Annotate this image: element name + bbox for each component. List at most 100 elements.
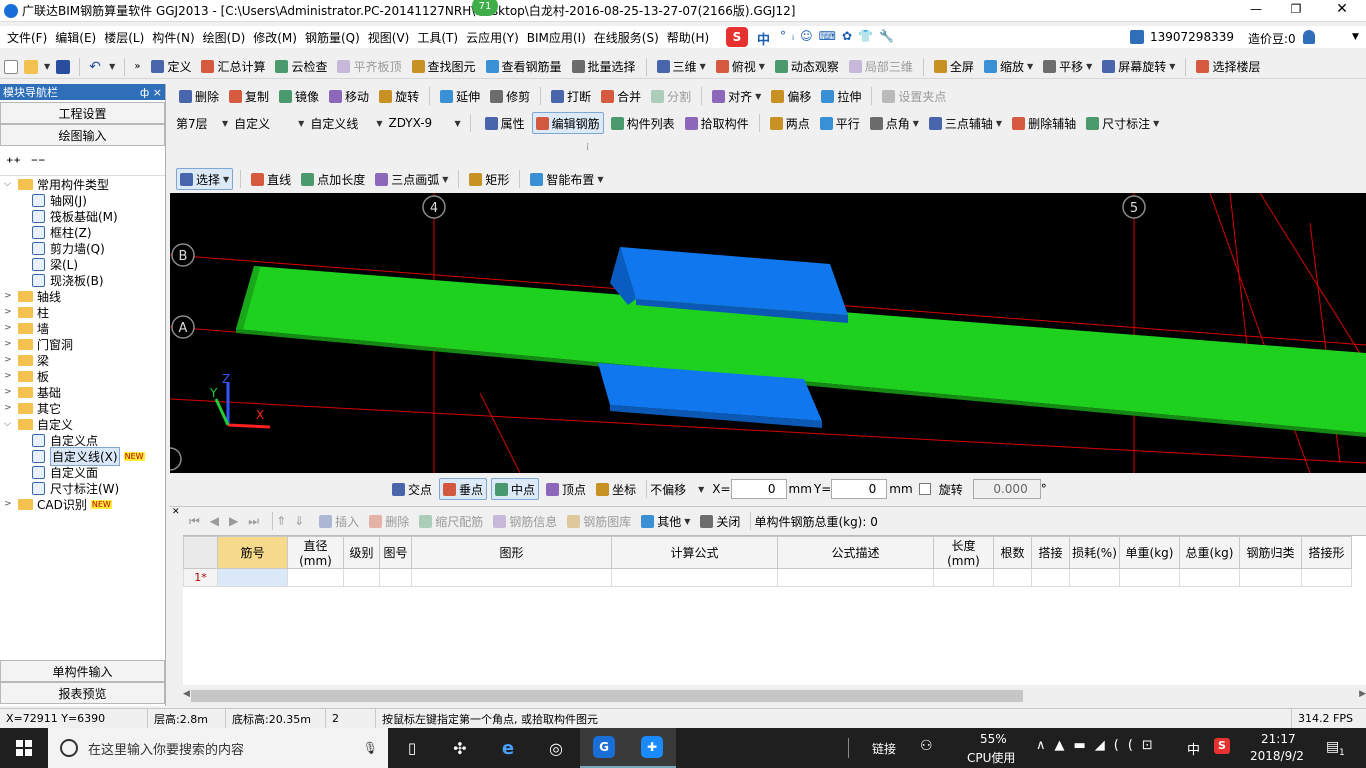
tb1-items-button-11[interactable]: 全屏 [931, 56, 977, 78]
tb1-items-button-13[interactable]: 平移 ▼ [1040, 56, 1095, 78]
tree-item-15[interactable]: ⌵ 自定义 [4, 416, 164, 432]
tb1-items-button-14[interactable]: 屏幕旋转 ▼ [1099, 56, 1178, 78]
menu-item-12[interactable]: 帮助(H) [663, 29, 713, 46]
menu-item-5[interactable]: 修改(M) [249, 29, 301, 46]
glodon-app-icon[interactable]: G [580, 728, 628, 768]
menu-item-0[interactable]: 文件(F) [3, 29, 51, 46]
tree-item-12[interactable]: > 板 [4, 368, 164, 384]
grid-cell-14[interactable] [1301, 568, 1352, 587]
tb2-items-button-6[interactable]: 修剪 [487, 85, 533, 107]
grid-header-5[interactable]: 计算公式 [611, 536, 778, 569]
windows-start-icon[interactable] [0, 728, 48, 768]
tb2-items-button-13[interactable]: 设置夹点 [879, 85, 949, 107]
menu-item-6[interactable]: 钢筋量(Q) [301, 29, 364, 46]
snap-items-button-2[interactable]: 中点 [491, 478, 540, 500]
tb4-items-button-1[interactable]: 直线 [248, 168, 294, 190]
menu-item-7[interactable]: 视图(V) [364, 29, 414, 46]
tree-expander-icon[interactable]: > [4, 339, 14, 349]
grid-cell-6[interactable] [777, 568, 934, 587]
tree-expander-icon[interactable]: > [4, 387, 14, 397]
tb3-items-button-1[interactable]: 编辑钢筋 [531, 112, 604, 134]
taskbar-link-label[interactable]: 链接 [872, 740, 896, 757]
tree-expander-icon[interactable]: > [4, 323, 14, 333]
offset-select[interactable]: 不偏移 [650, 481, 698, 498]
tb1-items-button-6[interactable]: 批量选择 [569, 56, 639, 78]
clock-time[interactable]: 21:17 [1261, 732, 1296, 746]
tree-item-11[interactable]: > 梁 [4, 352, 164, 368]
canvas-svg[interactable]: 4 5 B A Z X Y [170, 193, 1366, 473]
tray-ime[interactable]: 中 [1187, 739, 1200, 758]
grid-cell-12[interactable] [1179, 568, 1240, 587]
menu-item-9[interactable]: 云应用(Y) [462, 29, 523, 46]
type-select[interactable]: 自定义 [234, 115, 292, 132]
grid-header-4[interactable]: 图形 [411, 536, 612, 569]
tb1-items-button-5[interactable]: 查看钢筋量 [483, 56, 565, 78]
grid-cell-0[interactable] [217, 568, 288, 587]
tb2-items-button-0[interactable]: 删除 [176, 85, 222, 107]
tb2-items-button-4[interactable]: 旋转 [376, 85, 422, 107]
tb3-items-button-4[interactable]: 两点 [767, 112, 813, 134]
gridtool-items-button-2[interactable]: 缩尺配筋 [416, 511, 486, 531]
tree-item-8[interactable]: > 柱 [4, 304, 164, 320]
grid-cell-13[interactable] [1239, 568, 1302, 587]
tb1-items-button-2[interactable]: 云检查 [272, 56, 330, 78]
tb2-items-button-11[interactable]: 偏移 [768, 85, 814, 107]
floor-select[interactable]: 第7层 [176, 115, 216, 132]
move-row-icons[interactable]: ⇑⇓ [276, 514, 312, 528]
tray-icons[interactable]: ∧▲▬◢((⊡ [1036, 738, 1162, 753]
tb4-items-button-4[interactable]: 矩形 [466, 168, 512, 190]
grid-header-13[interactable]: 钢筋归类 [1239, 536, 1302, 569]
sogou-ime-icon[interactable]: S [726, 27, 748, 47]
grid-cell-10[interactable] [1069, 568, 1120, 587]
grid-cell-4[interactable] [411, 568, 612, 587]
app-ring-icon[interactable]: ◎ [532, 739, 580, 758]
snap-items-button-1[interactable]: 垂点 [439, 478, 488, 500]
grid-cell-8[interactable] [993, 568, 1032, 587]
tb1-items-button-4[interactable]: 查找图元 [409, 56, 479, 78]
project-settings-button[interactable]: 工程设置 [0, 102, 165, 124]
tb4-items-button-0[interactable]: 选择 ▼ [176, 168, 234, 190]
grid-cell-1[interactable] [287, 568, 344, 587]
subtype-select[interactable]: 自定义线 [310, 115, 370, 132]
tb2-items-button-2[interactable]: 镜像 [276, 85, 322, 107]
minimize-button[interactable]: — [1246, 2, 1266, 16]
tree-item-7[interactable]: > 轴线 [4, 288, 164, 304]
tb1-items-button-9[interactable]: 动态观察 [772, 56, 842, 78]
tree-item-10[interactable]: > 门窗洞 [4, 336, 164, 352]
tree-expander-icon[interactable]: > [4, 355, 14, 365]
save-icon[interactable] [56, 59, 71, 74]
open-folder-icon[interactable] [24, 59, 38, 74]
grid-horizontal-scrollbar[interactable]: ◀ ▶ [183, 688, 1366, 704]
tree-item-19[interactable]: 尺寸标注(W) [4, 480, 164, 496]
tb3-items-button-9[interactable]: 尺寸标注 ▼ [1083, 112, 1162, 134]
menu-item-11[interactable]: 在线服务(S) [590, 29, 663, 46]
tree-item-18[interactable]: 自定义面 [4, 464, 164, 480]
tb4-items-button-5[interactable]: 智能布置 ▼ [527, 168, 606, 190]
tb1-items-button-12[interactable]: 缩放 ▼ [981, 56, 1036, 78]
tree-expander-icon[interactable]: > [4, 499, 14, 509]
code-select[interactable]: ZDYX-9 [388, 116, 448, 130]
tree-item-20[interactable]: > CAD识别 NEW [4, 496, 164, 512]
menu-item-10[interactable]: BIM应用(I) [523, 29, 590, 46]
tree-item-14[interactable]: > 其它 [4, 400, 164, 416]
dropdown-arrow-icon[interactable]: ▼ [1352, 32, 1359, 42]
tb3-items-button-3[interactable]: 拾取构件 [682, 112, 752, 134]
grid-cell-7[interactable] [933, 568, 994, 587]
tb3-items-button-0[interactable]: 属性 [482, 112, 528, 134]
tree-expander-icon[interactable]: ⌵ [4, 179, 14, 189]
tb1-items-button-0[interactable]: 定义 [148, 56, 194, 78]
grid-header-10[interactable]: 损耗(%) [1069, 536, 1120, 569]
record-nav-icons[interactable]: ⏮◀▶⏭ [189, 514, 269, 529]
snap-items-button-0[interactable]: 交点 [389, 478, 435, 500]
tb3-items-button-2[interactable]: 构件列表 [608, 112, 678, 134]
report-preview-button[interactable]: 报表预览 [0, 682, 165, 704]
tb2-items-button-9[interactable]: 分割 [648, 85, 694, 107]
grid-header-2[interactable]: 级别 [343, 536, 380, 569]
tb3-items-button-5[interactable]: 平行 [817, 112, 863, 134]
tb2-items-button-8[interactable]: 合并 [598, 85, 644, 107]
close-button[interactable]: ✕ [1332, 1, 1352, 17]
user-avatar-icon[interactable] [1130, 30, 1144, 44]
tb2-items-button-3[interactable]: 移动 [326, 85, 372, 107]
x-value-input[interactable]: 0 [730, 479, 787, 499]
tb4-items-button-2[interactable]: 点加长度 [298, 168, 368, 190]
